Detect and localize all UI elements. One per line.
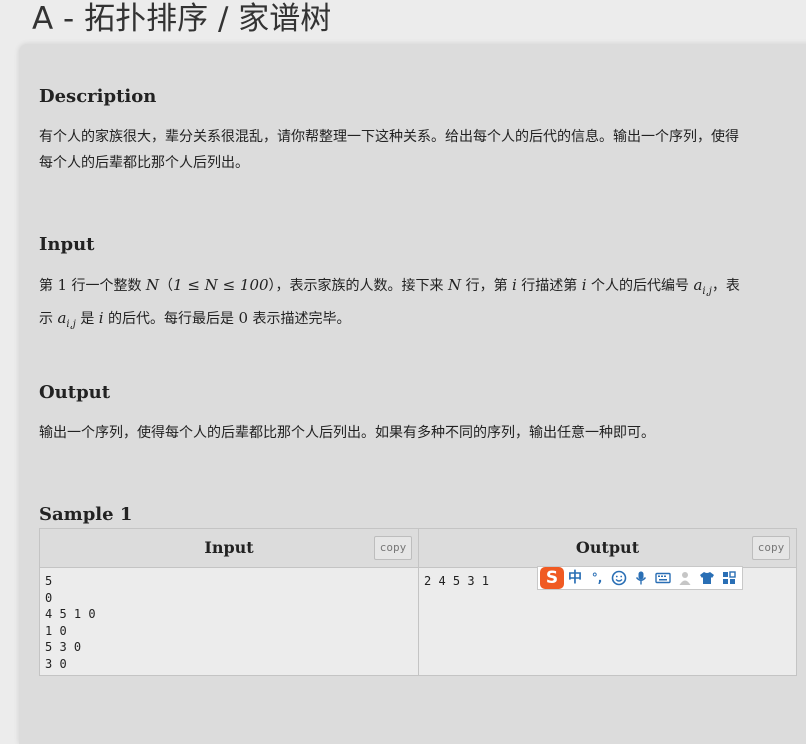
input-text: 第 1 行一个整数 N（1 ≤ N ≤ 100），表示家族的人数。接下来 N 行… [39, 272, 799, 338]
sample-output-column: Output copy 2 4 5 3 1 [419, 529, 796, 675]
toolbox-icon[interactable] [718, 567, 740, 589]
copy-output-button[interactable]: copy [752, 536, 790, 560]
microphone-icon[interactable] [630, 567, 652, 589]
input-text-span: 示 [39, 311, 58, 327]
input-text-span: 是 [75, 311, 99, 327]
output-heading: Output [39, 382, 111, 403]
math-number: 1 [57, 276, 67, 294]
input-text-span: 的后代。每行最后是 [103, 311, 239, 327]
input-text-span: ，表 [711, 278, 740, 294]
sample-output-label: Output [575, 538, 640, 557]
output-text: 输出一个序列，使得每个人的后辈都比那个人后列出。如果有多种不同的序列，输出任意一… [39, 425, 655, 441]
sample-input-text: 5 0 4 5 1 0 1 0 5 3 0 3 0 [45, 574, 96, 671]
description-line-1: 有个人的家族很大，辈分关系很混乱，请你帮整理一下这种关系。给出每个人的后代的信息… [39, 129, 739, 145]
skin-icon[interactable] [696, 567, 718, 589]
math-variable: N [145, 276, 160, 294]
emoji-icon[interactable] [608, 567, 630, 589]
sample-output-header: Output copy [419, 529, 796, 568]
math-subscript: i,j [66, 319, 76, 330]
input-text-span: 第 [39, 278, 58, 294]
math-subscript: i,j [702, 286, 712, 297]
sample-output-text: 2 4 5 3 1 [424, 574, 490, 588]
sample-table: Input copy 5 0 4 5 1 0 1 0 5 3 0 3 0 Out… [39, 528, 797, 676]
user-icon[interactable] [674, 567, 696, 589]
input-text-span: ），表示家族的人数。接下来 [268, 278, 448, 294]
ime-toolbar: S 中 °, [537, 566, 743, 590]
ime-punctuation-toggle[interactable]: °, [586, 567, 608, 589]
keyboard-icon[interactable] [652, 567, 674, 589]
description-text: 有个人的家族很大，辈分关系很混乱，请你帮整理一下这种关系。给出每个人的后代的信息… [39, 124, 799, 176]
sample-heading: Sample 1 [39, 504, 133, 525]
input-text-span: 行一个整数 [67, 278, 146, 294]
page-title: A - 拓扑排序 / 家谱树 [32, 1, 332, 37]
math-variable: N [448, 276, 462, 294]
sample-input-column: Input copy 5 0 4 5 1 0 1 0 5 3 0 3 0 [40, 529, 419, 675]
ime-logo-icon[interactable]: S [540, 567, 564, 589]
input-text-span: 行描述第 [516, 278, 582, 294]
copy-input-button[interactable]: copy [374, 536, 412, 560]
math-number: 0 [238, 309, 249, 327]
input-heading: Input [39, 234, 95, 255]
input-text-span: （ [159, 278, 174, 294]
sample-input-label: Input [204, 538, 254, 557]
description-line-2: 每个人的后辈都比那个人后列出。 [39, 155, 249, 171]
input-text-span: 表示描述完毕。 [248, 311, 351, 327]
sample-input-header: Input copy [40, 529, 418, 568]
ime-language-toggle[interactable]: 中 [564, 567, 586, 589]
math-range: 1 ≤ N ≤ 100 [173, 276, 269, 294]
input-line-2: 示 ai,j 是 i 的后代。每行最后是 0 表示描述完毕。 [39, 305, 799, 338]
input-line-1: 第 1 行一个整数 N（1 ≤ N ≤ 100），表示家族的人数。接下来 N 行… [39, 272, 799, 305]
input-text-span: 个人的后代编号 [586, 278, 694, 294]
input-text-span: 行，第 [461, 278, 513, 294]
description-heading: Description [39, 86, 157, 107]
